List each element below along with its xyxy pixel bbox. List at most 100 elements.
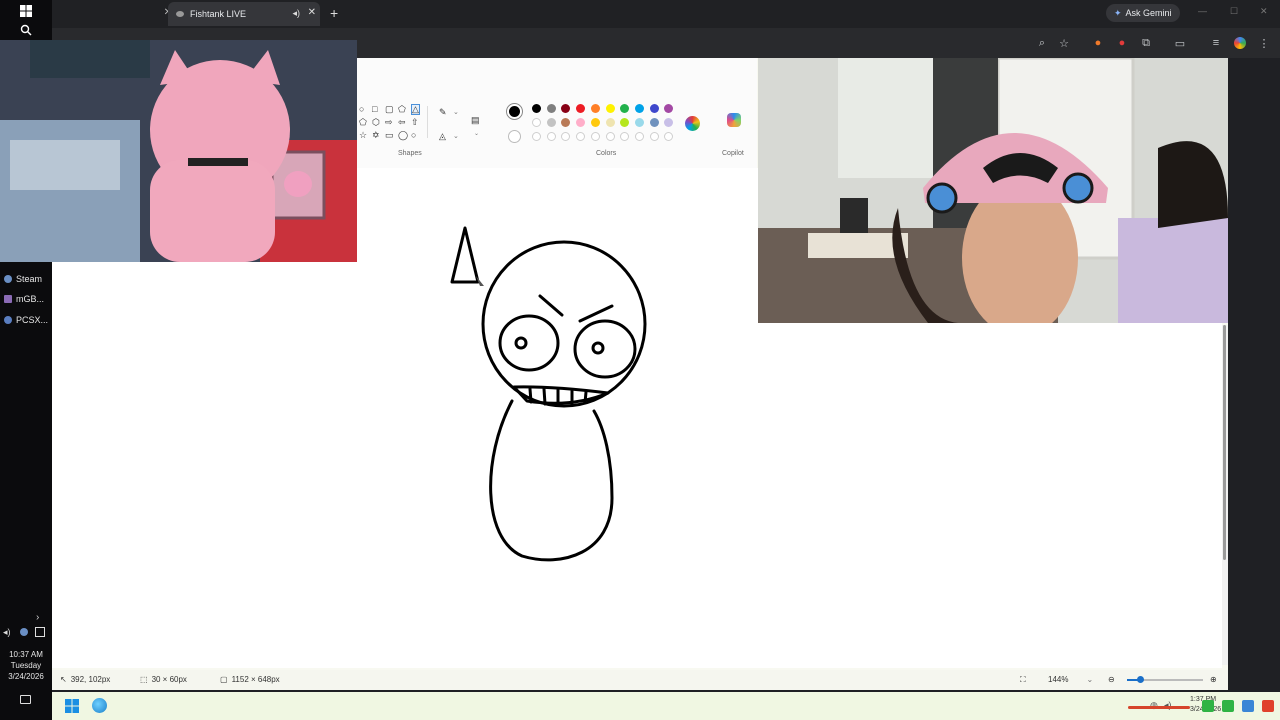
close-window-button[interactable]: ✕: [1260, 6, 1268, 17]
triangle-shape-icon[interactable]: △: [411, 104, 420, 115]
star-shape-icon[interactable]: ☆: [359, 131, 367, 140]
fill-bucket-icon[interactable]: ◬: [439, 132, 446, 141]
tray-app-icon[interactable]: [35, 627, 45, 637]
webcam-person-feed: [758, 58, 1228, 323]
pentagon-shape-icon[interactable]: ⬠: [359, 118, 367, 127]
color-swatch[interactable]: [620, 132, 630, 141]
color-swatch[interactable]: [620, 118, 630, 127]
chevron-down-icon[interactable]: ⌄: [453, 132, 459, 141]
secondary-color-swatch[interactable]: [508, 130, 521, 143]
zoom-slider-thumb[interactable]: [1137, 676, 1144, 683]
zoom-out-icon[interactable]: ⊖: [1108, 675, 1115, 684]
new-tab-button[interactable]: +: [330, 5, 338, 21]
maximize-button[interactable]: ☐: [1230, 6, 1238, 17]
ask-gemini-button[interactable]: ✦ Ask Gemini: [1106, 4, 1180, 22]
zoom-slider[interactable]: [1127, 676, 1203, 683]
close-icon[interactable]: ✕: [308, 7, 316, 18]
outline-pen-icon[interactable]: ✎: [439, 108, 447, 117]
color-swatch[interactable]: [664, 118, 674, 127]
notification-icon[interactable]: [20, 695, 31, 704]
taskbar-app-mgb[interactable]: mGB...: [0, 292, 52, 306]
menu-lines-icon[interactable]: ≡: [1208, 35, 1224, 51]
color-swatch[interactable]: [634, 132, 644, 141]
color-swatch[interactable]: [634, 118, 644, 127]
color-swatch[interactable]: [649, 132, 659, 141]
extension-red-icon[interactable]: ●: [1114, 35, 1130, 51]
size-icon[interactable]: ▤: [471, 116, 480, 125]
color-swatch[interactable]: [605, 132, 615, 141]
zoom-icon[interactable]: ⌕: [1034, 35, 1050, 51]
rounded-rect-shape-icon[interactable]: ▢: [385, 105, 394, 114]
scrollbar-thumb[interactable]: [1223, 325, 1226, 560]
volume-icon[interactable]: ◂): [3, 627, 11, 638]
color-swatch[interactable]: [561, 104, 571, 113]
chevron-down-icon[interactable]: ⌄: [474, 130, 479, 139]
cast-icon[interactable]: ▭: [1172, 35, 1188, 51]
tab-fishtank-live[interactable]: Fishtank LIVE ◂) ✕: [168, 2, 320, 26]
color-swatch[interactable]: [576, 118, 586, 127]
bookmark-star-icon[interactable]: ☆: [1056, 35, 1072, 51]
color-swatch[interactable]: [546, 118, 556, 127]
color-swatch[interactable]: [561, 132, 571, 141]
color-swatch[interactable]: [605, 104, 615, 113]
chevron-down-icon[interactable]: ⌄: [1086, 675, 1093, 684]
app-tray-icon-green2[interactable]: [1222, 700, 1234, 712]
windows-start-icon[interactable]: [65, 699, 79, 713]
color-swatch[interactable]: [649, 118, 659, 127]
tab-background[interactable]: ✕: [60, 2, 172, 26]
color-swatch[interactable]: [664, 132, 674, 141]
color-swatch[interactable]: [576, 104, 586, 113]
arrow-left-shape-icon[interactable]: ⇦: [398, 118, 406, 127]
extension-icon[interactable]: ●: [1090, 35, 1106, 51]
color-swatch[interactable]: [532, 118, 541, 127]
chevron-right-icon[interactable]: ›: [36, 612, 39, 623]
browser-taskbar-icon[interactable]: [92, 698, 107, 713]
current-color-swatch[interactable]: [506, 103, 523, 120]
puzzle-icon[interactable]: ⧉: [1138, 35, 1154, 51]
search-icon[interactable]: [20, 23, 32, 36]
zoom-in-icon[interactable]: ⊕: [1210, 675, 1217, 684]
hexagon-shape-icon[interactable]: ⬡: [372, 118, 380, 127]
windows-start-icon[interactable]: [20, 4, 32, 17]
callout-oval-shape-icon[interactable]: ◯: [398, 131, 408, 140]
callout-cloud-shape-icon[interactable]: ○: [411, 131, 416, 140]
oval-shape-icon[interactable]: ○: [359, 105, 364, 114]
color-swatch[interactable]: [590, 118, 600, 127]
color-swatch[interactable]: [546, 104, 556, 113]
color-swatch[interactable]: [561, 118, 571, 127]
steam-tray-icon[interactable]: [20, 628, 28, 636]
taskbar-app-pcsx[interactable]: PCSX...: [0, 313, 52, 327]
clock-time[interactable]: 10:37 AM: [0, 650, 52, 659]
color-swatch[interactable]: [649, 104, 659, 113]
arrow-up-shape-icon[interactable]: ⇧: [411, 118, 419, 127]
color-swatch[interactable]: [605, 118, 615, 127]
color-swatch[interactable]: [576, 132, 586, 141]
color-swatch[interactable]: [532, 104, 541, 113]
app-tray-icon-blue[interactable]: [1242, 700, 1254, 712]
minimize-button[interactable]: —: [1198, 6, 1207, 16]
app-tray-icon-green1[interactable]: [1202, 700, 1214, 712]
color-swatch[interactable]: [620, 104, 630, 113]
color-swatch[interactable]: [590, 104, 600, 113]
taskbar-app-steam[interactable]: Steam: [0, 272, 52, 286]
color-swatch[interactable]: [532, 132, 541, 141]
polygon-shape-icon[interactable]: ⬠: [398, 105, 406, 114]
rectangle-shape-icon[interactable]: □: [372, 105, 377, 114]
edit-colors-icon[interactable]: [685, 116, 700, 131]
color-swatch[interactable]: [634, 104, 644, 113]
app-tray-icon-red[interactable]: [1262, 700, 1274, 712]
color-swatch[interactable]: [664, 104, 674, 113]
copilot-icon[interactable]: [727, 113, 741, 127]
profile-avatar-icon[interactable]: [1232, 35, 1248, 51]
star6-shape-icon[interactable]: ✡: [372, 131, 380, 140]
speaker-icon[interactable]: ◂): [292, 8, 300, 19]
fish-favicon-icon: [176, 11, 184, 17]
zoom-level[interactable]: 144%: [1048, 675, 1068, 684]
callout-rect-shape-icon[interactable]: ▭: [385, 131, 394, 140]
chevron-down-icon[interactable]: ⌄: [453, 108, 459, 117]
fit-to-window-icon[interactable]: ⛶: [1020, 675, 1026, 685]
color-swatch[interactable]: [546, 132, 556, 141]
color-swatch[interactable]: [590, 132, 600, 141]
more-options-icon[interactable]: ⋮: [1256, 35, 1272, 51]
arrow-right-shape-icon[interactable]: ⇨: [385, 118, 393, 127]
